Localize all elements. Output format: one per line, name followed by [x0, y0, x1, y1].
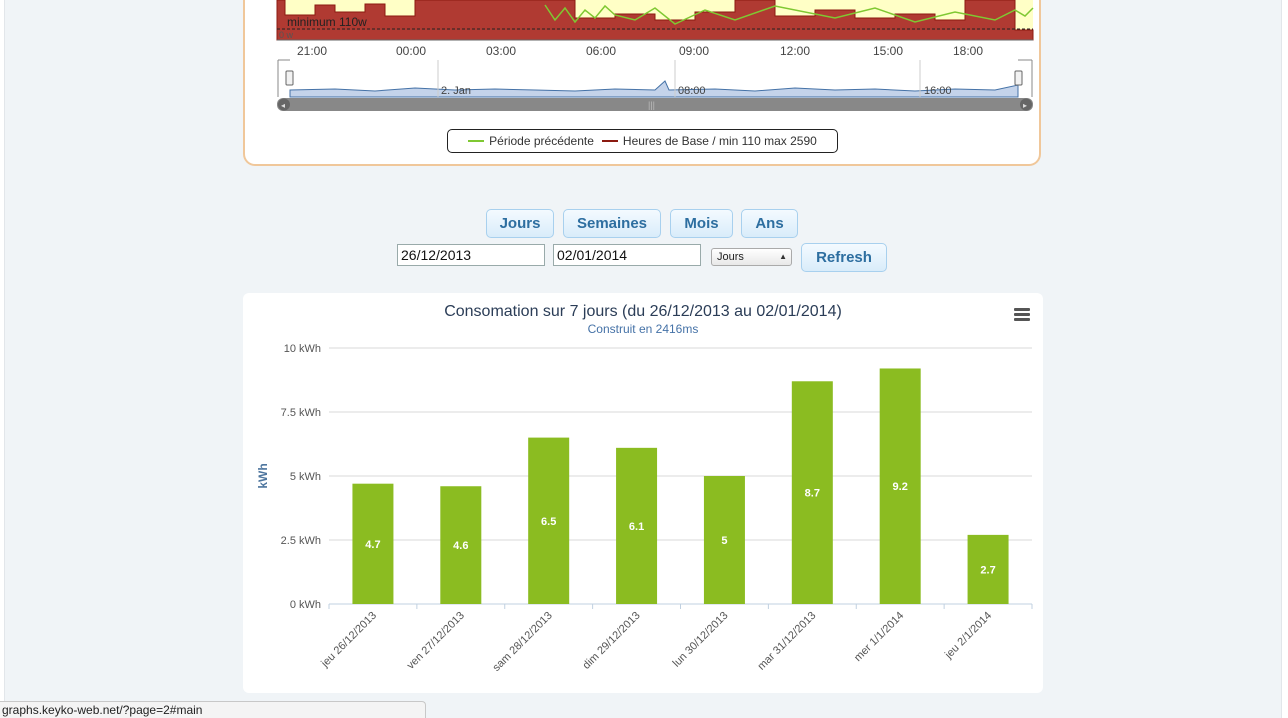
minimum-label: minimum 110w [287, 15, 367, 29]
x-category-label: jeu 2/1/2014 [942, 610, 994, 662]
semaines-button[interactable]: Semaines [563, 209, 661, 238]
x-category-label: jeu 26/12/2013 [318, 610, 379, 671]
legend-swatch [601, 140, 618, 142]
detail-chart-legend: Période précédente Heures de Base / min … [447, 129, 838, 153]
chart-title: Consomation sur 7 jours (du 26/12/2013 a… [444, 303, 842, 320]
legend-item-heures-de-base[interactable]: Heures de Base / min 110 max 2590 [601, 134, 817, 148]
mois-button[interactable]: Mois [670, 209, 733, 238]
scroll-right-arrow-icon: ▸ [1023, 101, 1027, 110]
navigator-label: 16:00 [924, 85, 952, 97]
navigator-right-handle[interactable] [1014, 70, 1023, 86]
y-axis-title: kWh [256, 463, 270, 488]
bar-data-label: 5 [721, 535, 727, 547]
granularity-selected-value: Jours [717, 251, 744, 263]
consumption-chart-panel: 0 kWh 2.5 kWh 5 kWh 7.5 kWh 10 kWh kWh 4.7 jeu … [243, 293, 1043, 693]
bar-data-label: 6.1 [629, 521, 644, 533]
chart-subtitle: Construit en 2416ms [587, 322, 699, 336]
time-label: 12:00 [779, 44, 811, 58]
navigator-label: 2. Jan [441, 85, 471, 97]
ans-button[interactable]: Ans [741, 209, 798, 238]
refresh-button[interactable]: Refresh [801, 243, 887, 272]
bar-data-label: 9.2 [893, 481, 908, 493]
y-tick-label: 7.5 kWh [281, 407, 321, 419]
scroll-grip-icon: ||| [648, 100, 655, 110]
x-category-label: dim 29/12/2013 [581, 610, 643, 672]
navigator-label: 08:00 [678, 85, 706, 97]
legend-item-periode-precedente[interactable]: Période précédente [468, 134, 594, 148]
bar-data-label: 8.7 [805, 488, 820, 500]
legend-label: Heures de Base / min 110 max 2590 [622, 134, 817, 148]
bar-data-label: 6.5 [541, 516, 556, 528]
scroll-left-arrow-icon: ◂ [281, 101, 285, 110]
time-label: 00:00 [395, 44, 427, 58]
end-date-input[interactable] [553, 244, 701, 266]
bar-data-label: 2.7 [980, 564, 995, 576]
x-category-label: sam 28/12/2013 [491, 610, 555, 674]
time-label: 03:00 [485, 44, 517, 58]
select-arrows-icon: ▲ [779, 252, 787, 261]
x-category-label: mer 1/1/2014 [852, 610, 906, 664]
navigator-left-handle[interactable] [285, 70, 294, 86]
x-category-label: mar 31/12/2013 [755, 610, 818, 673]
bar-data-label: 4.7 [365, 539, 380, 551]
status-bar-url: graphs.keyko-web.net/?page=2#main [0, 701, 426, 718]
y-tick-label: 10 kWh [284, 343, 321, 355]
x-category-label: lun 30/12/2013 [671, 610, 731, 670]
consumption-bar-chart: 0 kWh 2.5 kWh 5 kWh 7.5 kWh 10 kWh kWh 4.7 jeu … [256, 343, 1033, 674]
navigator[interactable]: 2. Jan 08:00 16:00 ◂ ▸ ||| [275, 57, 1035, 114]
start-date-input[interactable] [397, 244, 545, 266]
bar-data-label: 4.6 [453, 540, 468, 552]
y-tick-label: 5 kWh [290, 471, 321, 483]
y-tick-label: 0 kWh [290, 599, 321, 611]
granularity-select[interactable]: Jours ▲ [711, 248, 792, 266]
chart-menu-icon[interactable] [1014, 308, 1030, 322]
jours-button[interactable]: Jours [486, 209, 554, 238]
time-label: 09:00 [678, 44, 710, 58]
detail-power-chart: minimum 110w 0 w [276, 0, 1034, 41]
legend-label: Période précédente [489, 134, 594, 148]
time-label: 06:00 [585, 44, 617, 58]
y-tick-label: 2.5 kWh [281, 535, 321, 547]
time-label: 21:00 [296, 44, 328, 58]
x-category-label: ven 27/12/2013 [405, 610, 467, 672]
y-zero-label: 0 w [279, 30, 294, 40]
time-label: 18:00 [952, 44, 984, 58]
time-label: 15:00 [872, 44, 904, 58]
navigator-series [289, 80, 1019, 98]
legend-swatch [468, 140, 485, 142]
